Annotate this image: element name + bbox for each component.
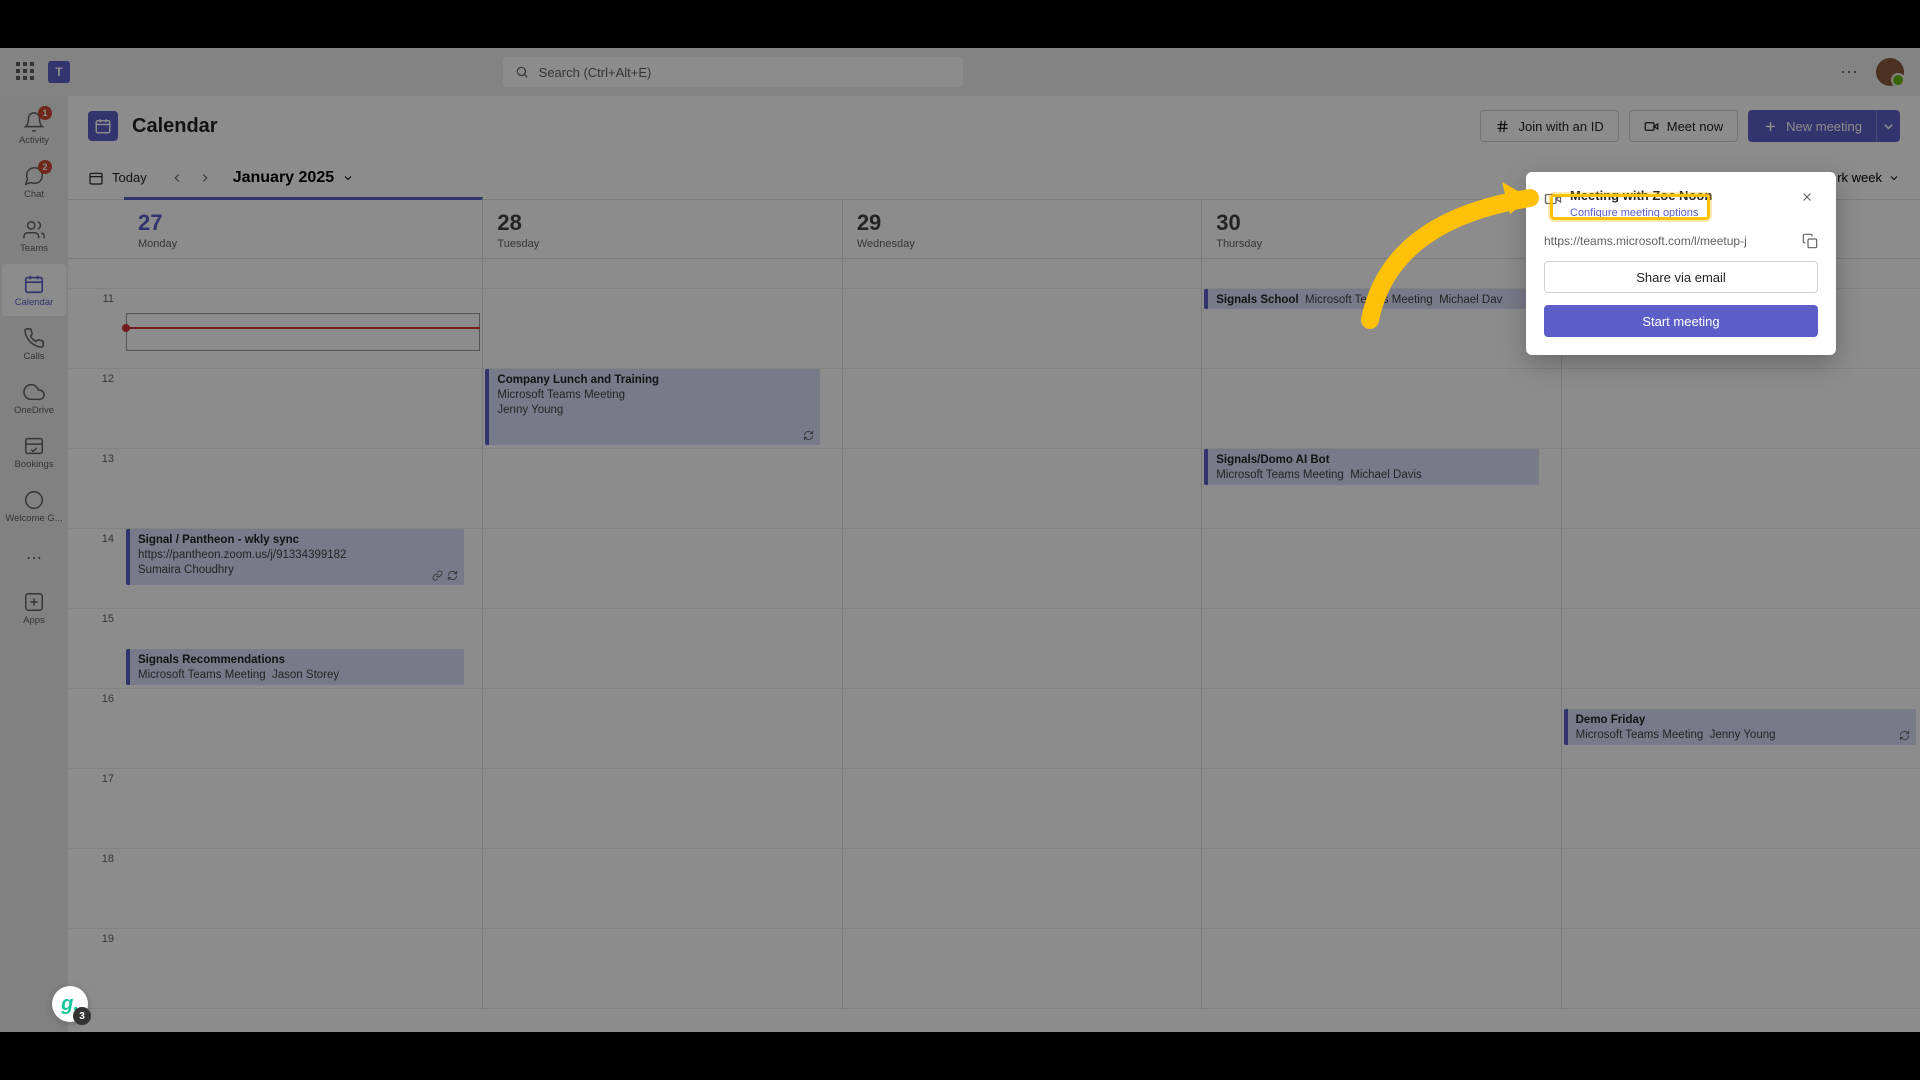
video-icon bbox=[1644, 119, 1659, 134]
rail-calendar[interactable]: Calendar bbox=[2, 264, 66, 316]
phone-icon bbox=[23, 327, 45, 349]
page-title: Calendar bbox=[132, 115, 218, 138]
share-via-email-button[interactable]: Share via email bbox=[1544, 261, 1818, 293]
rail-label: Bookings bbox=[14, 459, 53, 470]
hash-icon bbox=[1495, 119, 1510, 134]
today-button[interactable]: Today bbox=[88, 170, 147, 186]
chevron-down-icon bbox=[1881, 119, 1896, 134]
day-col-thu[interactable]: Signals School Microsoft Teams Meeting M… bbox=[1202, 259, 1561, 1009]
rail-label: Apps bbox=[23, 615, 45, 626]
rail-apps[interactable]: Apps bbox=[2, 582, 66, 634]
recurring-icon bbox=[803, 430, 814, 441]
chevron-right-icon bbox=[198, 171, 212, 185]
hour-label: 11 bbox=[68, 289, 124, 369]
plus-icon bbox=[1763, 119, 1778, 134]
event-recs[interactable]: Signals Recommendations Microsoft Teams … bbox=[126, 649, 464, 685]
rail-activity[interactable]: Activity 1 bbox=[2, 102, 66, 154]
circle-icon bbox=[23, 489, 45, 511]
recurring-icon bbox=[447, 570, 458, 581]
rail-teams[interactable]: Teams bbox=[2, 210, 66, 262]
view-selector[interactable]: rk week bbox=[1837, 170, 1900, 185]
day-col-wed[interactable] bbox=[843, 259, 1202, 1009]
hour-label: 10 bbox=[68, 259, 124, 289]
bookings-icon bbox=[23, 435, 45, 457]
time-gutter: 10 11 12 13 14 15 16 17 18 19 bbox=[68, 259, 124, 1009]
event-demo-friday[interactable]: Demo Friday Microsoft Teams Meeting Jenn… bbox=[1564, 709, 1916, 745]
grammarly-count: 3 bbox=[73, 1007, 91, 1025]
hour-label: 17 bbox=[68, 769, 124, 849]
calendar-grid-scroll[interactable]: 10 11 12 13 14 15 16 17 18 19 bbox=[68, 259, 1920, 1032]
calendar-icon bbox=[23, 273, 45, 295]
close-icon bbox=[1800, 190, 1814, 204]
meet-now-button[interactable]: Meet now bbox=[1629, 110, 1738, 142]
hour-label: 14 bbox=[68, 529, 124, 609]
rail-chat[interactable]: Chat 2 bbox=[2, 156, 66, 208]
rail-label: Calls bbox=[23, 351, 44, 362]
rail-bookings[interactable]: Bookings bbox=[2, 426, 66, 478]
cloud-icon bbox=[23, 381, 45, 403]
chevron-left-icon bbox=[170, 171, 184, 185]
calendar-small-icon bbox=[88, 170, 104, 186]
grammarly-badge[interactable]: g. 3 bbox=[52, 986, 88, 1022]
close-button[interactable] bbox=[1800, 188, 1818, 206]
annotation-highlight bbox=[1550, 194, 1710, 220]
calendar-header: Calendar Join with an ID Meet now New me… bbox=[68, 96, 1920, 156]
event-domo[interactable]: Signals/Domo AI Bot Microsoft Teams Meet… bbox=[1204, 449, 1538, 485]
search-icon bbox=[515, 65, 529, 79]
calendar-tile-icon bbox=[88, 111, 118, 141]
join-id-button[interactable]: Join with an ID bbox=[1480, 110, 1618, 142]
rail-onedrive[interactable]: OneDrive bbox=[2, 372, 66, 424]
link-icon bbox=[432, 570, 443, 581]
new-meeting-button[interactable]: New meeting bbox=[1748, 110, 1876, 142]
rail-label: Calendar bbox=[15, 297, 54, 308]
activity-badge: 1 bbox=[38, 106, 52, 120]
day-head-tue[interactable]: 28 Tuesday bbox=[483, 200, 842, 258]
meeting-link-text: https://teams.microsoft.com/l/meetup-j bbox=[1544, 234, 1794, 248]
title-bar: T Search (Ctrl+Alt+E) ⋯ bbox=[0, 48, 1920, 96]
day-head-mon[interactable]: 27 Monday bbox=[124, 197, 483, 258]
rail-calls[interactable]: Calls bbox=[2, 318, 66, 370]
day-col-fri[interactable]: Demo Friday Microsoft Teams Meeting Jenn… bbox=[1562, 259, 1920, 1009]
hour-label: 16 bbox=[68, 689, 124, 769]
annotation-arrow-icon bbox=[1350, 170, 1570, 330]
teams-logo-icon: T bbox=[48, 61, 70, 83]
next-week-button[interactable] bbox=[191, 164, 219, 192]
search-input[interactable]: Search (Ctrl+Alt+E) bbox=[503, 57, 963, 87]
chat-badge: 2 bbox=[38, 160, 52, 174]
rail-label: Welcome G... bbox=[5, 513, 62, 524]
rail-more[interactable]: ⋯ bbox=[2, 538, 66, 578]
rail-label: Activity bbox=[19, 135, 49, 146]
plus-square-icon bbox=[23, 591, 45, 613]
user-avatar[interactable] bbox=[1876, 58, 1904, 86]
hour-label: 12 bbox=[68, 369, 124, 449]
chevron-down-icon bbox=[1888, 172, 1900, 184]
now-indicator bbox=[126, 327, 480, 329]
new-meeting-split: New meeting bbox=[1748, 110, 1900, 142]
hour-label: 18 bbox=[68, 849, 124, 929]
nav-rail: Activity 1 Chat 2 Teams Calendar Calls bbox=[0, 96, 68, 1032]
copy-link-button[interactable] bbox=[1802, 233, 1818, 249]
new-meeting-caret[interactable] bbox=[1876, 110, 1900, 142]
start-meeting-button[interactable]: Start meeting bbox=[1544, 305, 1818, 337]
rail-label: Chat bbox=[24, 189, 44, 200]
day-col-mon[interactable]: Signal / Pantheon - wkly sync https://pa… bbox=[124, 259, 483, 1009]
day-head-wed[interactable]: 29 Wednesday bbox=[843, 200, 1202, 258]
hour-label: 15 bbox=[68, 609, 124, 689]
hour-label: 13 bbox=[68, 449, 124, 529]
prev-week-button[interactable] bbox=[163, 164, 191, 192]
rail-label: OneDrive bbox=[14, 405, 54, 416]
app-launcher-icon[interactable] bbox=[16, 62, 36, 82]
date-picker[interactable]: January 2025 bbox=[233, 169, 354, 187]
more-menu-icon[interactable]: ⋯ bbox=[1828, 62, 1870, 83]
day-col-tue[interactable]: Company Lunch and Training Microsoft Tea… bbox=[483, 259, 842, 1009]
search-placeholder: Search (Ctrl+Alt+E) bbox=[539, 65, 652, 80]
rail-welcome[interactable]: Welcome G... bbox=[2, 480, 66, 532]
chevron-down-icon bbox=[342, 172, 354, 184]
event-lunch[interactable]: Company Lunch and Training Microsoft Tea… bbox=[485, 369, 819, 445]
event-pantheon[interactable]: Signal / Pantheon - wkly sync https://pa… bbox=[126, 529, 464, 585]
time-selection[interactable] bbox=[126, 313, 480, 351]
rail-label: Teams bbox=[20, 243, 48, 254]
teams-icon bbox=[23, 219, 45, 241]
recurring-icon bbox=[1899, 730, 1910, 741]
